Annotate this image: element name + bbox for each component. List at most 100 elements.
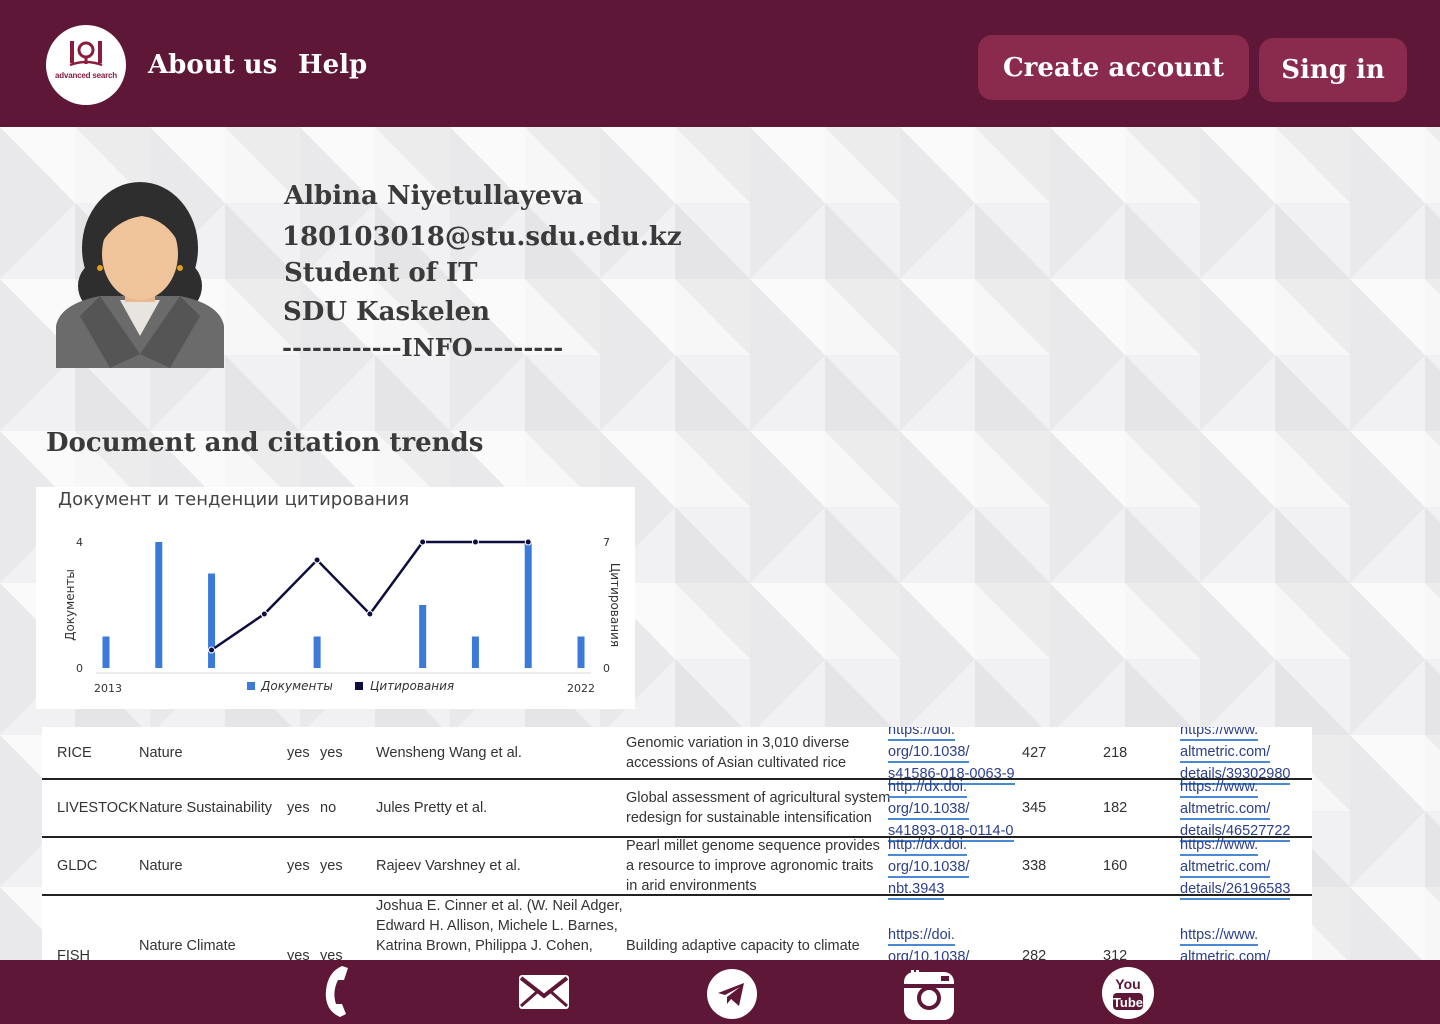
footer: You Tube (0, 960, 1440, 1024)
bar-documents (471, 636, 479, 668)
doi-link-line[interactable]: org/10.1038/ (888, 948, 969, 960)
doi-link-line[interactable]: org/10.1038/ (888, 743, 970, 763)
authors-cell-line: Katrina Brown, Philippa J. Cohen, (376, 938, 593, 954)
logo-text: advanced search (55, 71, 117, 80)
nav-help[interactable]: Help (298, 50, 367, 80)
crop-cell: LIVESTOCK (57, 800, 139, 816)
altmetric-link-line[interactable]: https://www. (1180, 727, 1259, 741)
count-cell: 312 (1103, 948, 1128, 960)
y-right-label: Цитирования (608, 563, 622, 647)
doi-link-line[interactable]: org/10.1038/ (888, 800, 970, 820)
phone-icon[interactable] (322, 964, 352, 1018)
youtube-icon[interactable]: You Tube (1101, 966, 1155, 1020)
doi-link-line[interactable]: http://dx.doi. (888, 836, 967, 856)
publications-table: RICE Nature yes yes Wensheng Wang et al. Geno… (42, 727, 1312, 960)
count-cell: 160 (1103, 858, 1128, 874)
journal-cell-line: Nature Sustainability (139, 800, 272, 816)
authors-cell-line: Wensheng Wang et al. (376, 744, 522, 761)
altmetric-link-line[interactable]: altmetric.com/ (1180, 800, 1271, 820)
doi-link[interactable]: http://dx.doi. org/10.1038/nbt.3943 (888, 836, 970, 902)
crop-cell: RICE (57, 744, 92, 761)
bar-documents (577, 636, 585, 668)
authors-cell: Jules Pretty et al. (376, 798, 487, 818)
logo-icon (69, 41, 103, 67)
sign-in-button[interactable]: Sing in (1259, 38, 1407, 102)
bar-documents (208, 573, 216, 668)
table-row: FISH Nature Climate yes yes Joshua E. Cinner… (42, 896, 1312, 960)
paper-title-cell-line: a resource to improve agronomic traits (626, 858, 874, 874)
table-row: GLDC Nature yes yes Rajeev Varshney et al. Pe… (42, 837, 1312, 900)
doi-link-line[interactable]: org/10.1038/ (888, 858, 970, 878)
yes-no-cell: yes (320, 948, 343, 960)
y-right-tick: 7 (603, 536, 610, 549)
paper-title-cell-line: in arid environments (626, 878, 757, 894)
authors-cell-line: Rajeev Varshney et al. (376, 858, 521, 874)
create-account-button[interactable]: Create account (978, 35, 1249, 100)
journal-cell-line: Nature (139, 744, 183, 761)
altmetric-link[interactable]: https://www. altmetric.com/ (1180, 926, 1270, 960)
count-cell: 427 (1022, 744, 1047, 761)
telegram-icon[interactable] (706, 968, 758, 1020)
crop-cell: GLDC (57, 858, 98, 874)
point-citations (471, 538, 479, 546)
instagram-icon[interactable] (903, 968, 955, 1022)
doi-link-line[interactable]: https://doi. (888, 727, 955, 741)
journal-cell: Nature (139, 743, 183, 763)
crop-cell: FISH (57, 948, 91, 960)
altmetric-link-line[interactable]: altmetric.com/ (1180, 858, 1271, 878)
profile-email: 180103018@stu.sdu.edu.kz (282, 222, 682, 252)
legend-swatch-documents (247, 682, 255, 690)
paper-title-cell-line: Genomic variation in 3,010 diverse (626, 734, 850, 751)
mail-icon[interactable] (518, 974, 570, 1010)
profile-location: SDU Kaskelen (283, 297, 491, 327)
altmetric-link[interactable]: https://www. altmetric.com/details/465277… (1180, 778, 1291, 844)
legend-swatch-citations (355, 682, 363, 690)
y-left-label: Документы (63, 569, 77, 641)
altmetric-link-line[interactable]: https://www. (1180, 778, 1259, 798)
yes-no-cell: yes (287, 744, 310, 761)
legend-label-citations: Цитирования (370, 679, 454, 693)
count-cell: 282 (1022, 948, 1047, 960)
y-left-tick: 0 (76, 662, 83, 675)
altmetric-link-line[interactable]: altmetric.com/ (1180, 948, 1270, 960)
doi-link-line[interactable]: http://dx.doi. (888, 778, 967, 798)
journal-cell: Nature Sustainability (139, 798, 272, 818)
authors-cell-line: Jules Pretty et al. (376, 800, 488, 816)
yes-no-cell: yes (287, 800, 310, 816)
doi-link[interactable]: http://dx.doi. org/10.1038/s41893-018-011… (888, 778, 1014, 844)
bar-documents (155, 542, 163, 668)
doi-link[interactable]: https://doi. org/10.1038/ (888, 926, 969, 960)
x-tick-end: 2022 (567, 682, 595, 695)
authors-cell-line: Joshua E. Cinner et al. (W. Neil Adger, (376, 898, 623, 914)
paper-title-cell: Building adaptive capacity to climate (626, 936, 860, 956)
point-citations (260, 610, 268, 618)
authors-cell-line: Edward H. Allison, Michele L. Barnes, (376, 918, 618, 934)
altmetric-link-line[interactable]: https://www. (1180, 836, 1259, 856)
point-citations (208, 646, 216, 654)
point-citations (419, 538, 427, 546)
table-row: LIVESTOCK Nature Sustainability yes no Jules… (42, 779, 1312, 842)
journal-cell: Nature (139, 856, 183, 876)
logo[interactable]: advanced search (46, 25, 126, 105)
altmetric-link-line[interactable]: altmetric.com/ (1180, 743, 1271, 763)
yes-no-cell: no (320, 800, 337, 816)
paper-title-cell-line: accessions of Asian cultivated rice (626, 754, 847, 771)
journal-cell-line: Nature (139, 858, 183, 874)
section-title: Document and citation trends (46, 428, 484, 458)
yes-no-cell: yes (287, 948, 310, 960)
bar-documents (524, 542, 532, 668)
line-citations (210, 540, 529, 652)
bar-documents (313, 636, 321, 668)
journal-cell-line: Nature Climate (139, 938, 236, 954)
authors-cell: Wensheng Wang et al. (376, 743, 522, 763)
paper-title-cell-line: Building adaptive capacity to climate (626, 938, 860, 954)
y-left-tick: 4 (76, 536, 83, 549)
authors-cell: Rajeev Varshney et al. (376, 856, 521, 876)
altmetric-link-line[interactable]: https://www. (1180, 926, 1259, 946)
count-cell: 345 (1022, 800, 1047, 816)
altmetric-link[interactable]: https://www. altmetric.com/details/261965… (1180, 836, 1291, 902)
x-tick-start: 2013 (94, 682, 122, 695)
nav-about-us[interactable]: About us (148, 50, 277, 80)
bar-documents (419, 605, 427, 668)
doi-link-line[interactable]: https://doi. (888, 926, 955, 946)
